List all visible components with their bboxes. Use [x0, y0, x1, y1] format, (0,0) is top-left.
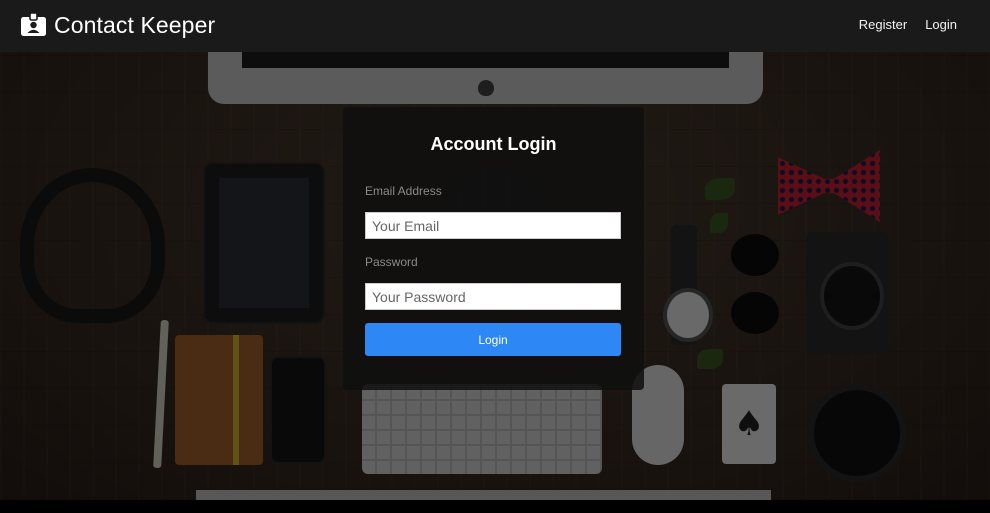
login-button[interactable]: Login	[365, 323, 621, 356]
password-label: Password	[365, 255, 418, 269]
navbar: Contact Keeper Register Login	[0, 0, 990, 52]
id-badge-icon	[20, 12, 47, 37]
nav-link-login[interactable]: Login	[925, 17, 957, 32]
login-card: Account Login Email Address Password Log…	[343, 107, 644, 390]
nav-link-register[interactable]: Register	[859, 17, 907, 32]
brand[interactable]: Contact Keeper	[20, 10, 215, 40]
login-title: Account Login	[430, 134, 557, 154]
email-field[interactable]	[365, 212, 621, 239]
brand-title: Contact Keeper	[54, 11, 216, 38]
email-label: Email Address	[365, 184, 442, 198]
nav-links: Register Login	[859, 17, 957, 32]
password-field[interactable]	[365, 283, 621, 310]
bottom-bar	[0, 500, 990, 513]
